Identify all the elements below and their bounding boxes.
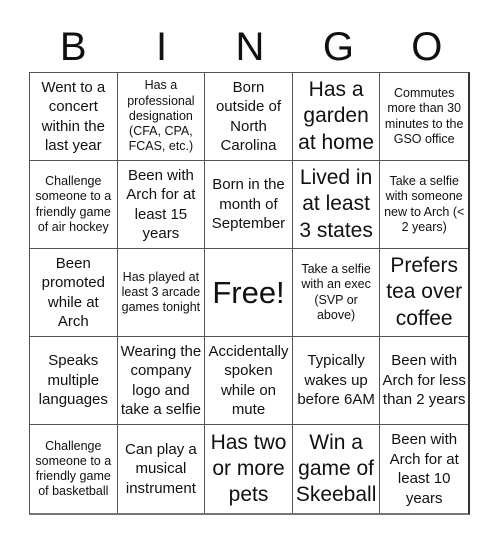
header-letter-o: O: [411, 25, 443, 69]
bingo-cell[interactable]: Wearing the company logo and take a self…: [117, 337, 206, 425]
bingo-cell[interactable]: Prefers tea over coffee: [380, 249, 468, 337]
bingo-cell[interactable]: Born in the month of September: [205, 161, 293, 249]
bingo-cell-text: Challenge someone to a friendly game of …: [35, 438, 112, 499]
bingo-cell[interactable]: Challenge someone to a friendly game of …: [30, 425, 118, 513]
header-letter-n: N: [235, 25, 265, 69]
bingo-cell-text: Can play a musical instrument: [125, 440, 197, 497]
bingo-cell-text: Challenge someone to a friendly game of …: [35, 174, 112, 234]
bingo-cell[interactable]: Can play a musical instrument: [118, 425, 206, 513]
bingo-cell-text: Speaks multiple languages: [38, 352, 108, 409]
bingo-cell-text: Has played at least 3 arcade games tonig…: [121, 269, 201, 315]
bingo-cell-text: Typically wakes up before 6AM: [297, 352, 375, 409]
bingo-cell-text: Accidentally spoken while on mute: [208, 342, 289, 419]
bingo-header: B I N G O: [29, 22, 471, 72]
bingo-cell-text: Take a selfie with an exec (SVP or above…: [301, 262, 371, 322]
bingo-cell[interactable]: Been with Arch for at least 10 years: [380, 425, 468, 513]
bingo-cell[interactable]: Has a professional designation (CFA, CPA…: [117, 73, 206, 161]
bingo-cell-text: Born outside of North Carolina: [215, 78, 282, 155]
bingo-cell-text: Born in the month of September: [211, 176, 286, 233]
bingo-cell-text: Lived in at least 3 states: [299, 166, 373, 242]
bingo-cell[interactable]: Take a selfie with someone new to Arch (…: [380, 161, 468, 249]
bingo-cell-text: Been promoted while at Arch: [41, 254, 105, 331]
bingo-cell-text: Wearing the company logo and take a self…: [120, 342, 202, 419]
bingo-cell-text: Has a garden at home: [298, 78, 375, 154]
bingo-cell-text: Prefers tea over coffee: [386, 254, 463, 330]
bingo-cell[interactable]: Commutes more than 30 minutes to the GSO…: [380, 73, 468, 161]
bingo-cell-text: Commutes more than 30 minutes to the GSO…: [384, 86, 464, 146]
bingo-cell[interactable]: Has a garden at home: [292, 73, 381, 161]
bingo-cell-text: Went to a concert within the last year: [41, 78, 106, 155]
bingo-cell[interactable]: Lived in at least 3 states: [292, 161, 381, 249]
bingo-cell-text: Been with Arch for at least 15 years: [126, 166, 196, 243]
bingo-cell-text: Free!: [212, 274, 285, 310]
header-letter-i: I: [156, 25, 168, 69]
bingo-cell-free[interactable]: Free!: [205, 249, 293, 337]
bingo-cell[interactable]: Speaks multiple languages: [30, 337, 118, 425]
bingo-cell[interactable]: Has two or more pets: [205, 425, 293, 513]
bingo-cell-text: Has a professional designation (CFA, CPA…: [127, 78, 195, 154]
bingo-grid: Went to a concert within the last year Ha…: [29, 72, 470, 515]
bingo-cell[interactable]: Accidentally spoken while on mute: [205, 337, 293, 425]
bingo-cell[interactable]: Been promoted while at Arch: [30, 249, 118, 337]
bingo-cell[interactable]: Has played at least 3 arcade games tonig…: [117, 249, 206, 337]
bingo-cell-text: Been with Arch for at least 10 years: [389, 431, 459, 507]
bingo-cell[interactable]: Typically wakes up before 6AM: [292, 337, 381, 425]
bingo-cell[interactable]: Been with Arch for less than 2 years: [380, 337, 468, 425]
bingo-cell-text: Has two or more pets: [210, 430, 287, 507]
bingo-cell-text: Win a game of Skeeball: [295, 430, 377, 507]
bingo-cell[interactable]: Challenge someone to a friendly game of …: [30, 161, 118, 249]
bingo-cell-text: Take a selfie with someone new to Arch (…: [384, 174, 465, 234]
header-letter-b: B: [59, 25, 87, 69]
bingo-cell-text: Been with Arch for less than 2 years: [382, 352, 466, 409]
bingo-cell[interactable]: Went to a concert within the last year: [30, 73, 118, 161]
bingo-cell[interactable]: Win a game of Skeeball: [293, 425, 381, 513]
bingo-cell[interactable]: Born outside of North Carolina: [205, 73, 293, 161]
bingo-cell[interactable]: Been with Arch for at least 15 years: [117, 161, 206, 249]
header-letter-g: G: [322, 25, 354, 69]
bingo-cell[interactable]: Take a selfie with an exec (SVP or above…: [292, 249, 381, 337]
